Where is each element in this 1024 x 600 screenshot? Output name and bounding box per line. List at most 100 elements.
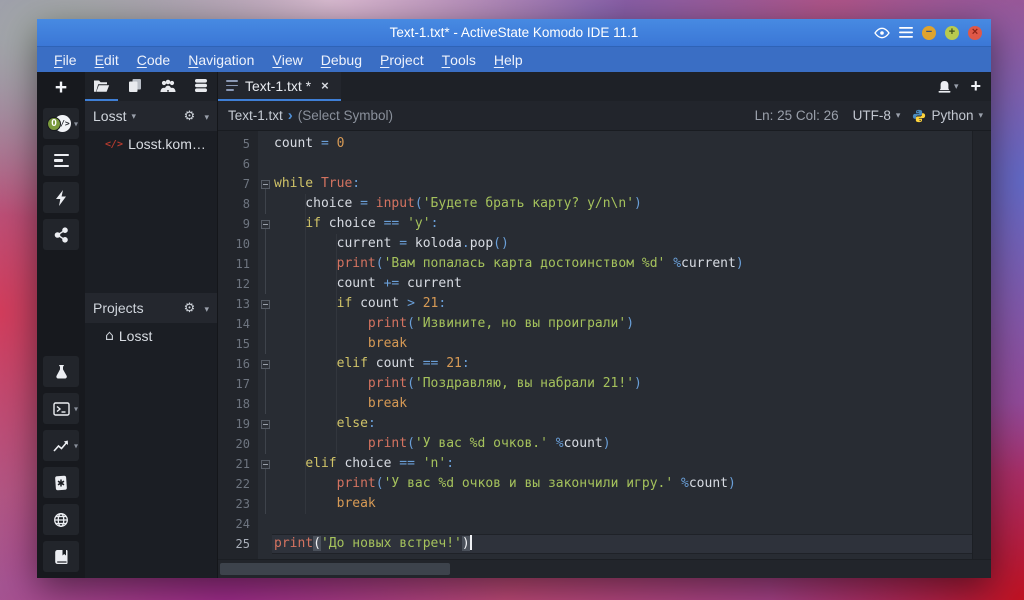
fold-cell[interactable] <box>258 294 272 314</box>
code-line-11[interactable]: print('Вам попалась карта достоинством %… <box>272 254 972 274</box>
losst-section-header[interactable]: Losst ▾ ⚙ ▾ <box>85 101 217 131</box>
code-line-16[interactable]: elif count == 21: <box>272 354 972 374</box>
line-number: 15 <box>218 334 258 354</box>
line-number: 8 <box>218 194 258 214</box>
code-line-14[interactable]: print('Извините, но вы проиграли') <box>272 314 972 334</box>
fold-collapse-icon[interactable] <box>261 180 270 189</box>
menu-item-code[interactable]: Code <box>128 47 179 72</box>
code-editor[interactable]: 5678910111213141516171819202122232425 co… <box>218 131 991 559</box>
editor-tab-bar: Text-1.txt * × ▾ + <box>218 72 991 101</box>
fold-cell[interactable] <box>258 454 272 474</box>
vertical-scrollbar[interactable] <box>972 131 991 559</box>
outline-icon[interactable] <box>43 145 79 176</box>
fold-cell[interactable] <box>258 354 272 374</box>
panel-tab-places[interactable] <box>85 72 118 101</box>
code-line-6[interactable] <box>272 154 972 174</box>
menu-icon[interactable] <box>899 27 913 38</box>
home-icon: ⌂ <box>105 328 114 344</box>
tree-item-losst-project-file[interactable]: </> Losst.kom… <box>85 131 217 157</box>
fold-collapse-icon[interactable] <box>261 300 270 309</box>
fold-cell[interactable] <box>258 414 272 434</box>
fold-cell <box>258 514 272 534</box>
folder-open-icon <box>93 79 110 93</box>
flask-icon[interactable] <box>43 356 79 387</box>
code-line-17[interactable]: print('Поздравляю, вы набрали 21!') <box>272 374 972 394</box>
menu-item-view[interactable]: View <box>263 47 311 72</box>
python-icon <box>912 109 926 123</box>
breadcrumb-file[interactable]: Text-1.txt <box>228 108 283 123</box>
line-number: 24 <box>218 514 258 534</box>
chart-icon[interactable]: ▾ <box>43 430 79 461</box>
menu-item-help[interactable]: Help <box>485 47 532 72</box>
code-line-5[interactable]: count = 0 <box>272 134 972 154</box>
eye-icon[interactable] <box>874 27 890 39</box>
code-line-9[interactable]: if choice == 'y': <box>272 214 972 234</box>
gear-icon[interactable]: ⚙ ▾ <box>184 301 209 316</box>
select-symbol-dropdown[interactable]: (Select Symbol) <box>298 108 393 123</box>
code-line-12[interactable]: count += current <box>272 274 972 294</box>
book-icon[interactable] <box>43 541 79 572</box>
projects-section-header[interactable]: Projects ⚙ ▾ <box>85 293 217 323</box>
indent-guide <box>305 194 306 514</box>
code-line-24[interactable] <box>272 514 972 534</box>
new-tab-button[interactable]: + <box>970 76 981 97</box>
menu-item-project[interactable]: Project <box>371 47 433 72</box>
line-number: 18 <box>218 394 258 414</box>
code-line-23[interactable]: break <box>272 494 972 514</box>
menu-item-navigation[interactable]: Navigation <box>179 47 263 72</box>
line-number: 19 <box>218 414 258 434</box>
fold-collapse-icon[interactable] <box>261 420 270 429</box>
encoding-dropdown[interactable]: UTF-8 ▾ <box>853 108 901 123</box>
share-icon[interactable] <box>43 219 79 250</box>
gear-icon[interactable]: ⚙ ▾ <box>184 109 209 124</box>
code-line-22[interactable]: print('У вас %d очков и вы закончили игр… <box>272 474 972 494</box>
komodo-project-icon: </> <box>105 139 123 150</box>
horizontal-scrollbar-thumb[interactable] <box>220 563 450 575</box>
code-line-19[interactable]: else: <box>272 414 972 434</box>
code-line-7[interactable]: while True: <box>272 174 972 194</box>
line-number: 17 <box>218 374 258 394</box>
syntax-status-icon[interactable]: </> 0 ▾ <box>43 108 79 139</box>
globe-icon[interactable] <box>43 504 79 535</box>
minimize-button[interactable]: − <box>922 26 936 40</box>
code-line-25[interactable]: print('До новых встреч!') <box>272 534 972 554</box>
fold-cell <box>258 534 272 554</box>
close-button[interactable]: × <box>968 26 982 40</box>
code-line-20[interactable]: print('У вас %d очков.' %count) <box>272 434 972 454</box>
lightning-icon[interactable] <box>43 182 79 213</box>
line-number-gutter: 5678910111213141516171819202122232425 <box>218 131 258 559</box>
menu-item-debug[interactable]: Debug <box>312 47 371 72</box>
menu-item-file[interactable]: File <box>45 47 86 72</box>
code-pane[interactable]: count = 0 while True: choice = input('Буд… <box>272 131 972 559</box>
maximize-button[interactable]: + <box>945 26 959 40</box>
tree-item-losst-project[interactable]: ⌂ Losst <box>85 323 217 349</box>
notes-icon[interactable] <box>43 467 79 498</box>
terminal-icon[interactable]: ▾ <box>43 393 79 424</box>
fold-cell[interactable] <box>258 214 272 234</box>
line-number: 16 <box>218 354 258 374</box>
panel-tab-databases[interactable] <box>184 72 217 101</box>
code-line-15[interactable]: break <box>272 334 972 354</box>
menu-item-tools[interactable]: Tools <box>433 47 485 72</box>
horizontal-scrollbar[interactable] <box>218 559 991 578</box>
chevron-down-icon: ▾ <box>978 110 983 121</box>
language-dropdown[interactable]: Python ▾ <box>912 108 983 123</box>
notifications-icon[interactable]: ▾ <box>937 81 959 93</box>
code-line-18[interactable]: break <box>272 394 972 414</box>
tab-label: Text-1.txt * <box>245 78 311 94</box>
code-line-13[interactable]: if count > 21: <box>272 294 972 314</box>
fold-collapse-icon[interactable] <box>261 460 270 469</box>
panel-tab-files[interactable] <box>118 72 151 101</box>
code-line-10[interactable]: current = koloda.pop() <box>272 234 972 254</box>
fold-collapse-icon[interactable] <box>261 360 270 369</box>
code-line-21[interactable]: elif choice == 'n': <box>272 454 972 474</box>
panel-tab-collaboration[interactable] <box>151 72 184 101</box>
fold-collapse-icon[interactable] <box>261 220 270 229</box>
tab-close-icon[interactable]: × <box>321 78 329 93</box>
menu-item-edit[interactable]: Edit <box>86 47 128 72</box>
code-line-8[interactable]: choice = input('Будете брать карту? y/n\… <box>272 194 972 214</box>
fold-cell <box>258 474 272 494</box>
new-file-button[interactable]: + <box>44 76 78 100</box>
tab-text-1-txt[interactable]: Text-1.txt * × <box>218 72 341 101</box>
fold-cell[interactable] <box>258 174 272 194</box>
